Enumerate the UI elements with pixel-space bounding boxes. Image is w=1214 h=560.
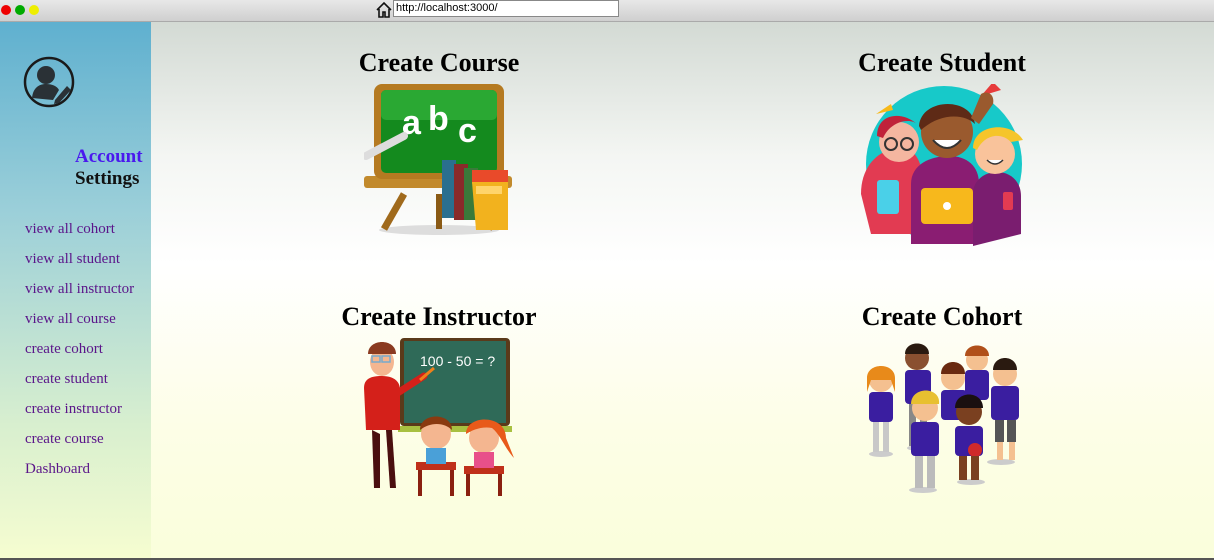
browser-toolbar: http://localhost:3000/ bbox=[0, 0, 1214, 22]
sidebar: Account Settings view all cohort view al… bbox=[0, 22, 151, 560]
create-course-title[interactable]: Create Course bbox=[339, 48, 539, 78]
create-instructor-title[interactable]: Create Instructor bbox=[339, 302, 539, 332]
sidebar-item-view-all-student[interactable]: view all student bbox=[25, 249, 134, 279]
teacher-classroom-icon[interactable]: 100 - 50 = ? bbox=[360, 338, 518, 498]
dashboard-main: Create Course a b c Create Student Creat… bbox=[151, 22, 1214, 560]
address-bar[interactable]: http://localhost:3000/ bbox=[393, 0, 619, 17]
math-problem-text: 100 - 50 = ? bbox=[420, 353, 495, 369]
create-cohort-title[interactable]: Create Cohort bbox=[842, 302, 1042, 332]
cohort-kids-icon[interactable] bbox=[861, 338, 1023, 498]
create-cohort-card[interactable]: Create Cohort bbox=[842, 302, 1042, 498]
maximize-window-button[interactable] bbox=[15, 5, 25, 15]
sidebar-item-create-cohort[interactable]: create cohort bbox=[25, 339, 134, 369]
minimize-window-button[interactable] bbox=[29, 5, 39, 15]
sidebar-item-view-all-cohort[interactable]: view all cohort bbox=[25, 219, 134, 249]
close-window-button[interactable] bbox=[1, 5, 11, 15]
sidebar-item-view-all-instructor[interactable]: view all instructor bbox=[25, 279, 134, 309]
sidebar-item-dashboard[interactable]: Dashboard bbox=[25, 459, 134, 489]
chalkboard-abc-icon[interactable]: a b c bbox=[364, 84, 514, 236]
home-icon[interactable] bbox=[375, 1, 393, 19]
account-subtitle: Settings bbox=[75, 168, 140, 189]
sidebar-item-create-student[interactable]: create student bbox=[25, 369, 134, 399]
create-student-title[interactable]: Create Student bbox=[842, 48, 1042, 78]
create-course-card[interactable]: Create Course a b c bbox=[339, 48, 539, 236]
user-edit-icon[interactable] bbox=[23, 56, 75, 108]
create-instructor-card[interactable]: Create Instructor 100 - 50 = ? bbox=[339, 302, 539, 498]
sidebar-item-create-course[interactable]: create course bbox=[25, 429, 134, 459]
students-group-icon[interactable] bbox=[861, 84, 1023, 246]
account-title[interactable]: Account bbox=[75, 146, 143, 168]
create-student-card[interactable]: Create Student bbox=[842, 48, 1042, 246]
sidebar-item-view-all-course[interactable]: view all course bbox=[25, 309, 134, 339]
sidebar-nav: view all cohort view all student view al… bbox=[25, 219, 134, 489]
sidebar-item-create-instructor[interactable]: create instructor bbox=[25, 399, 134, 429]
chalk-letter-c: c bbox=[458, 112, 477, 150]
chalk-letter-b: b bbox=[428, 100, 449, 138]
